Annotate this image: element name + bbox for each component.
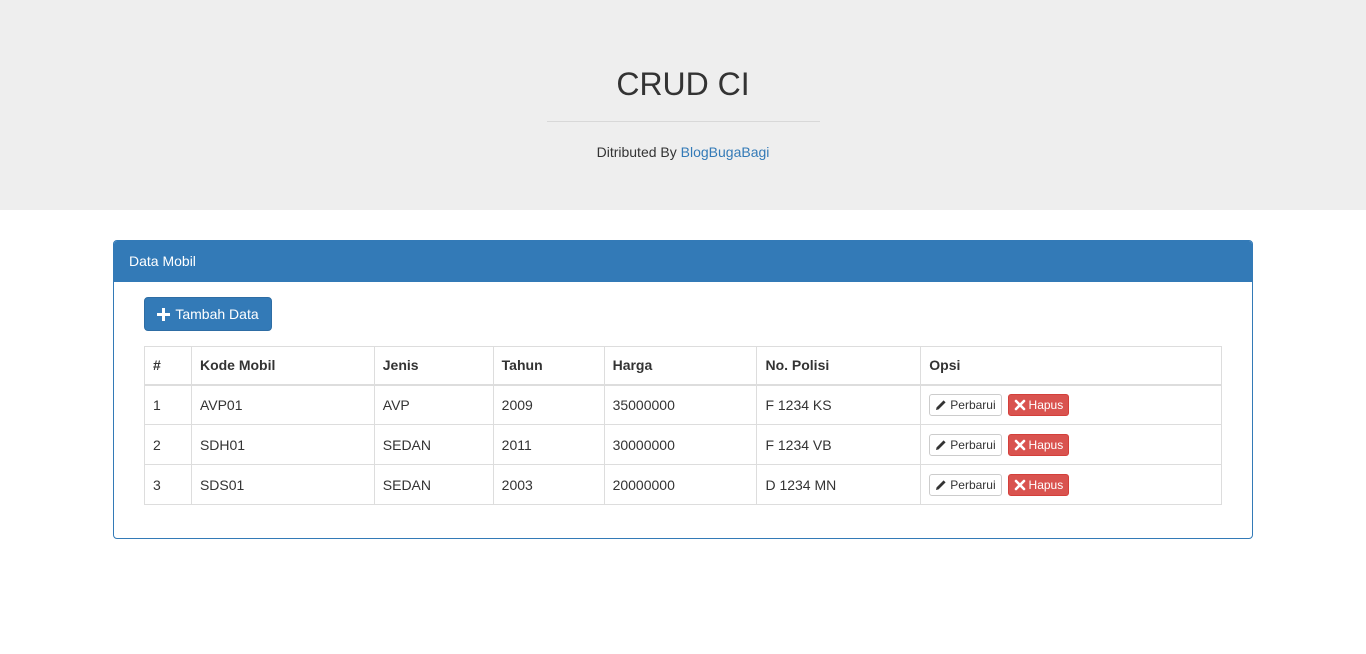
remove-icon — [1014, 479, 1025, 490]
title-divider — [547, 121, 820, 122]
cars-table: # Kode Mobil Jenis Tahun Harga No. Polis… — [144, 346, 1222, 505]
edit-label: Perbarui — [950, 397, 996, 412]
jumbotron: CRUD CI Ditributed By BlogBugaBagi — [0, 0, 1366, 210]
plus-icon — [157, 307, 171, 321]
cell-tahun: 2003 — [492, 464, 605, 505]
column-header-tahun: Tahun — [492, 346, 605, 386]
remove-icon — [1014, 399, 1025, 411]
edit-button[interactable]: Perbarui — [929, 393, 1002, 416]
author-link[interactable]: BlogBugaBagi — [681, 144, 770, 160]
pencil-icon — [936, 439, 946, 450]
cell-polisi: F 1234 VB — [756, 424, 922, 465]
column-header-harga: Harga — [603, 346, 758, 386]
panel-title: Data Mobil — [114, 241, 1252, 282]
cell-number: 3 — [144, 464, 192, 505]
subtitle: Ditributed By BlogBugaBagi — [0, 143, 1366, 161]
table-header-row: # Kode Mobil Jenis Tahun Harga No. Polis… — [144, 346, 1222, 386]
delete-label: Hapus — [1028, 477, 1064, 492]
edit-label: Perbarui — [950, 477, 996, 492]
add-data-button[interactable]: Tambah Data — [144, 297, 272, 331]
cell-opsi: Perbarui Hapus — [920, 424, 1222, 465]
edit-button[interactable]: Perbarui — [929, 433, 1002, 456]
cell-number: 1 — [144, 384, 192, 425]
edit-label: Perbarui — [950, 437, 996, 452]
column-header-number: # — [144, 346, 192, 386]
delete-label: Hapus — [1028, 397, 1064, 412]
cell-harga: 35000000 — [603, 384, 758, 425]
table-row: 2 SDH01 SEDAN 2011 30000000 F 1234 VB Pe… — [144, 424, 1222, 465]
cell-polisi: D 1234 MN — [756, 464, 922, 505]
cell-opsi: Perbarui Hapus — [920, 384, 1222, 425]
cell-tahun: 2011 — [492, 424, 605, 465]
add-data-label: Tambah Data — [175, 306, 259, 322]
delete-label: Hapus — [1028, 437, 1064, 452]
subtitle-prefix: Ditributed By — [596, 144, 677, 160]
table-row: 3 SDS01 SEDAN 2003 20000000 D 1234 MN Pe… — [144, 464, 1222, 505]
edit-button[interactable]: Perbarui — [929, 473, 1002, 496]
cell-jenis: SEDAN — [373, 464, 494, 505]
cell-kode: SDH01 — [190, 424, 375, 465]
pencil-icon — [936, 479, 946, 490]
remove-icon — [1014, 439, 1025, 450]
cell-harga: 30000000 — [603, 424, 758, 465]
delete-button[interactable]: Hapus — [1007, 473, 1070, 496]
cell-jenis: SEDAN — [373, 424, 494, 465]
cell-jenis: AVP — [373, 384, 494, 425]
cell-polisi: F 1234 KS — [756, 384, 922, 425]
column-header-opsi: Opsi — [920, 346, 1222, 386]
cell-kode: SDS01 — [190, 464, 375, 505]
page-title: CRUD CI — [616, 66, 750, 102]
cell-number: 2 — [144, 424, 192, 465]
delete-button[interactable]: Hapus — [1007, 433, 1070, 456]
cell-kode: AVP01 — [190, 384, 375, 425]
cell-opsi: Perbarui Hapus — [920, 464, 1222, 505]
cell-harga: 20000000 — [603, 464, 758, 505]
data-panel: Data Mobil Tambah Data # Kode Mobil Jeni… — [113, 240, 1253, 539]
table-row: 1 AVP01 AVP 2009 35000000 F 1234 KS Perb… — [144, 384, 1222, 425]
column-header-jenis: Jenis — [373, 346, 494, 386]
delete-button[interactable]: Hapus — [1007, 393, 1070, 416]
cell-tahun: 2009 — [492, 384, 605, 425]
column-header-polisi: No. Polisi — [756, 346, 922, 386]
pencil-icon — [936, 400, 946, 410]
column-header-kode: Kode Mobil — [190, 346, 375, 386]
